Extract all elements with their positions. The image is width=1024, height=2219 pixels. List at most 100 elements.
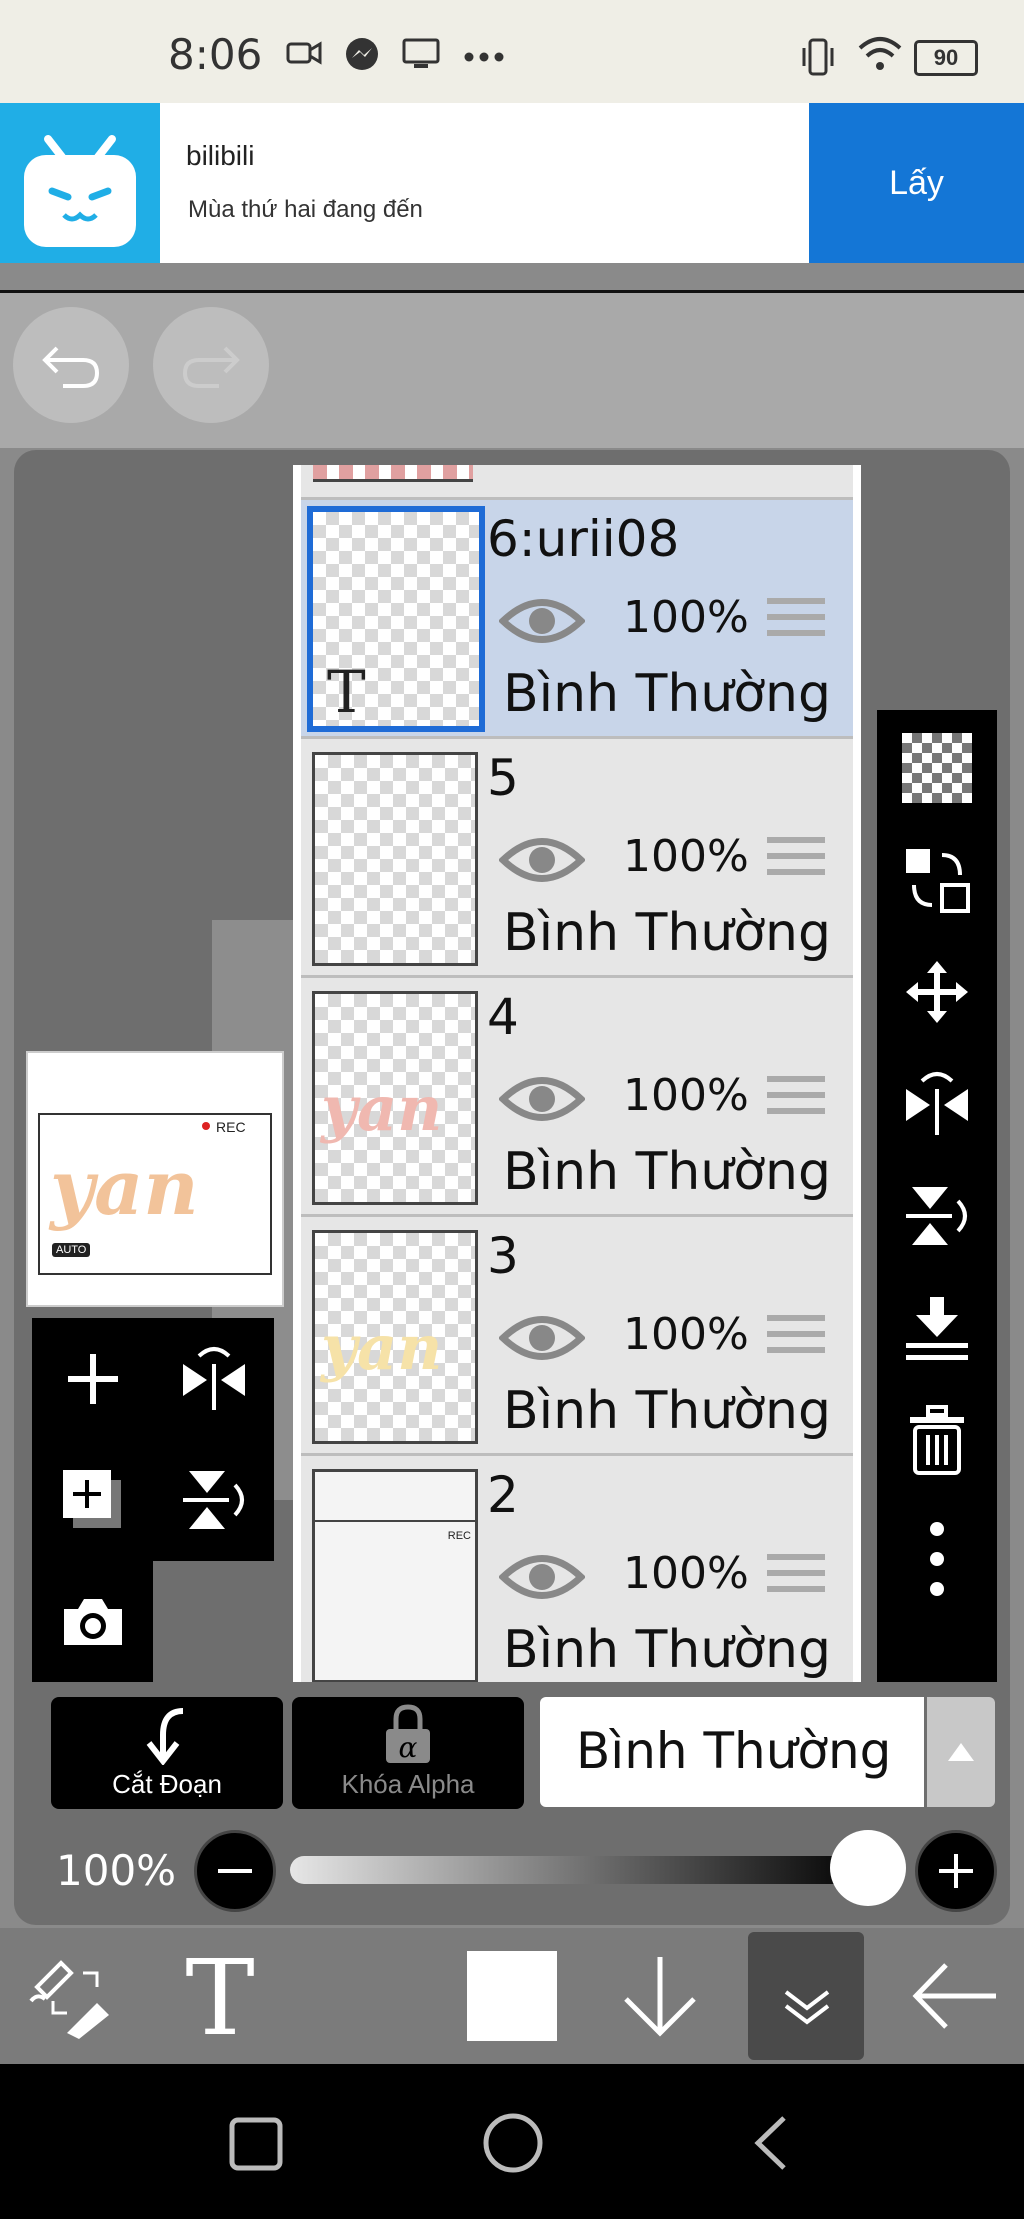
layer-row-6[interactable]: T 6:urii08 100% Bình Thường (301, 500, 853, 739)
clipping-label: Cắt Đoạn (112, 1769, 222, 1799)
layer-name: 3 (487, 1227, 519, 1285)
ad-subtitle: Mùa thứ hai đang đến (188, 196, 423, 223)
flip-horizontal-button[interactable] (899, 1066, 975, 1142)
delete-layer-button[interactable] (899, 1402, 975, 1478)
svg-text:α: α (399, 1731, 418, 1764)
text-tool-icon: T (185, 1948, 254, 2044)
duplicate-layer-button[interactable] (32, 1439, 153, 1560)
merge-down-button[interactable] (899, 1290, 975, 1366)
opacity-increase-button[interactable] (915, 1830, 997, 1912)
camera-button[interactable] (32, 1561, 153, 1682)
double-chevron-down-icon (784, 1990, 830, 2025)
flip-vertical-icon (182, 1470, 244, 1529)
flip-vertical-layer-button[interactable] (153, 1439, 274, 1560)
svg-text:T: T (185, 1948, 254, 2044)
flip-layer-button[interactable] (153, 1318, 274, 1439)
layer-art: yan (321, 1311, 443, 1384)
alpha-lock-label: Khóa Alpha (341, 1769, 475, 1799)
flip-vertical-icon (906, 1187, 967, 1245)
flip-horizontal-icon (906, 1072, 968, 1135)
status-time: 8:06 (168, 30, 263, 79)
battery-indicator: 90 (914, 40, 978, 76)
preview-auto-label: AUTO (52, 1243, 91, 1257)
nav-back-icon[interactable] (750, 2114, 790, 2172)
flip-horizontal-icon (182, 1346, 245, 1410)
layer-row-5[interactable]: 5 100% Bình Thường (301, 739, 853, 978)
layer-blend-mode: Bình Thường (503, 1620, 832, 1680)
clipping-button[interactable]: Cắt Đoạn (51, 1697, 283, 1809)
eye-icon[interactable] (499, 592, 585, 650)
blend-mode-dropdown-button[interactable] (927, 1697, 995, 1807)
bilibili-logo (0, 103, 160, 263)
move-button[interactable] (899, 954, 975, 1030)
layer-thumbnail: T (307, 506, 485, 732)
alpha-lock-button[interactable]: α Khóa Alpha (292, 1697, 524, 1809)
eye-icon[interactable] (499, 831, 585, 889)
canvas-preview[interactable]: REC yan AUTO (26, 1051, 284, 1307)
drag-handle-icon[interactable] (767, 1076, 825, 1128)
layer-blend-mode: Bình Thường (503, 1381, 832, 1441)
plus-icon (939, 1854, 973, 1888)
swap-layer-button[interactable] (899, 842, 975, 918)
add-layer-button[interactable] (32, 1318, 153, 1439)
monitor-icon (402, 38, 440, 68)
eye-icon[interactable] (499, 1548, 585, 1606)
layer-row-3[interactable]: yan 3 100% Bình Thường (301, 1217, 853, 1456)
brush-eraser-tool[interactable] (20, 1928, 120, 2064)
layer-blend-mode: Bình Thường (503, 664, 832, 724)
rec-dot-icon (202, 1122, 210, 1130)
layer-blend-mode: Bình Thường (503, 903, 832, 963)
opacity-slider-thumb[interactable] (830, 1830, 906, 1906)
layer-row-2[interactable]: REC 2 100% Bình Thường (301, 1456, 853, 1682)
color-swatch[interactable] (462, 1928, 562, 2064)
preview-art: yan (50, 1143, 199, 1232)
more-notifications-icon (464, 52, 504, 62)
layers-menu-button[interactable] (748, 1932, 864, 2060)
ad-get-button[interactable]: Lấy (809, 103, 1024, 263)
undo-icon (42, 346, 100, 388)
layer-art: yan (321, 1072, 443, 1145)
drag-handle-icon[interactable] (767, 1315, 825, 1367)
layer-name: 6:urii08 (487, 510, 680, 568)
layer-actions-panel (32, 1318, 274, 1561)
undo-button[interactable] (13, 307, 129, 423)
drag-handle-icon[interactable] (767, 1554, 825, 1606)
merge-down-icon (906, 1297, 968, 1360)
text-tool[interactable]: T (170, 1928, 270, 2064)
transparency-button[interactable] (899, 730, 975, 806)
flip-vertical-button[interactable] (899, 1178, 975, 1254)
camera-panel (32, 1561, 153, 1682)
minus-icon (218, 1869, 252, 1873)
layer-opacity: 100% (623, 592, 749, 643)
brush-eraser-icon (29, 1960, 109, 2039)
swap-icon (906, 849, 970, 913)
more-options-button[interactable] (899, 1514, 975, 1604)
ad-title: bilibili (186, 140, 255, 171)
redo-button[interactable] (153, 307, 269, 423)
text-layer-icon: T (327, 658, 366, 726)
layer-thumbnail: yan (312, 991, 478, 1205)
layer-thumbnail (312, 752, 478, 966)
layer-partial[interactable] (301, 465, 853, 500)
eye-icon[interactable] (499, 1309, 585, 1367)
layer-opacity: 100% (623, 831, 749, 882)
drag-handle-icon[interactable] (767, 598, 825, 650)
opacity-decrease-button[interactable] (194, 1830, 276, 1912)
layer-opacity: 100% (623, 1070, 749, 1121)
layer-tools-toolbar (877, 710, 997, 1682)
triangle-up-icon (948, 1743, 974, 1761)
layer-row-4[interactable]: yan 4 100% Bình Thường (301, 978, 853, 1217)
arrow-left-icon (912, 1963, 996, 2029)
rec-label: REC (447, 1530, 471, 1542)
blend-mode-value: Bình Thường (576, 1722, 892, 1780)
eye-icon[interactable] (499, 1070, 585, 1128)
move-layer-down-button[interactable] (610, 1928, 710, 2064)
layers-panel[interactable]: T 6:urii08 100% Bình Thường 5 100% Bình … (293, 465, 861, 1682)
redo-icon (182, 346, 240, 388)
recent-apps-icon[interactable] (228, 2116, 284, 2172)
back-button[interactable] (900, 1928, 1010, 2064)
drag-handle-icon[interactable] (767, 837, 825, 889)
home-icon[interactable] (482, 2112, 544, 2174)
opacity-slider[interactable] (290, 1856, 868, 1884)
preview-rec-label: REC (216, 1119, 246, 1135)
